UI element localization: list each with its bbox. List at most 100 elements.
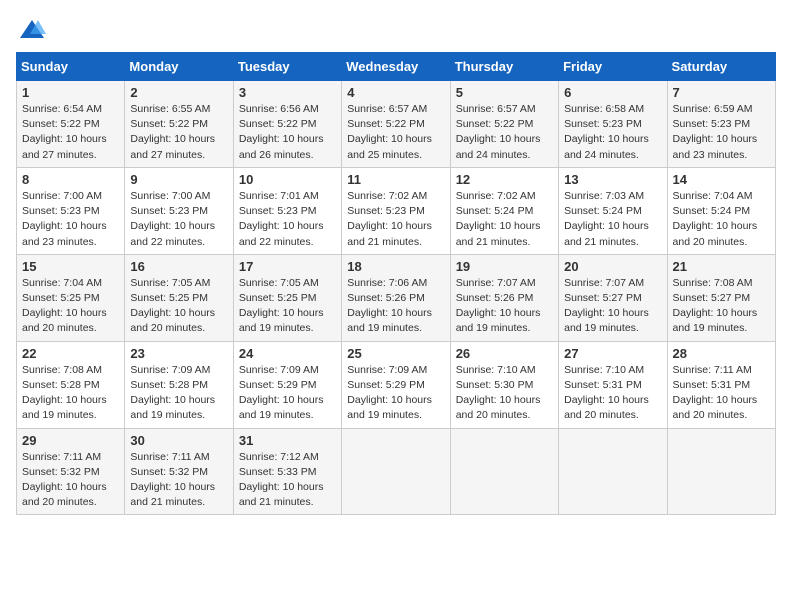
day-info: Sunrise: 7:10 AMSunset: 5:31 PMDaylight:…: [564, 363, 661, 424]
calendar-cell: 31Sunrise: 7:12 AMSunset: 5:33 PMDayligh…: [233, 428, 341, 515]
day-number: 2: [130, 85, 227, 100]
day-number: 24: [239, 346, 336, 361]
day-info: Sunrise: 7:04 AMSunset: 5:25 PMDaylight:…: [22, 276, 119, 337]
day-number: 16: [130, 259, 227, 274]
day-info: Sunrise: 7:07 AMSunset: 5:26 PMDaylight:…: [456, 276, 553, 337]
day-info: Sunrise: 7:08 AMSunset: 5:27 PMDaylight:…: [673, 276, 770, 337]
day-info: Sunrise: 7:10 AMSunset: 5:30 PMDaylight:…: [456, 363, 553, 424]
day-number: 29: [22, 433, 119, 448]
calendar-cell: 18 Sunrise: 7:06 AMSunset: 5:26 PMDayligh…: [342, 254, 450, 341]
day-info: Sunrise: 7:00 AMSunset: 5:23 PMDaylight:…: [130, 189, 227, 250]
day-number: 30: [130, 433, 227, 448]
day-info: Sunrise: 6:57 AMSunset: 5:22 PMDaylight:…: [347, 102, 444, 163]
day-number: 21: [673, 259, 770, 274]
day-number: 15: [22, 259, 119, 274]
day-info: Sunrise: 7:11 AMSunset: 5:31 PMDaylight:…: [673, 363, 770, 424]
day-number: 14: [673, 172, 770, 187]
page-header: [16, 16, 776, 44]
day-number: 22: [22, 346, 119, 361]
day-info: Sunrise: 7:05 AMSunset: 5:25 PMDaylight:…: [239, 276, 336, 337]
calendar-cell: 6 Sunrise: 6:58 AMSunset: 5:23 PMDaylight…: [559, 81, 667, 168]
day-info: Sunrise: 6:58 AMSunset: 5:23 PMDaylight:…: [564, 102, 661, 163]
calendar-cell: 24 Sunrise: 7:09 AMSunset: 5:29 PMDayligh…: [233, 341, 341, 428]
day-info: Sunrise: 7:01 AMSunset: 5:23 PMDaylight:…: [239, 189, 336, 250]
day-info: Sunrise: 7:06 AMSunset: 5:26 PMDaylight:…: [347, 276, 444, 337]
calendar-cell: 27 Sunrise: 7:10 AMSunset: 5:31 PMDayligh…: [559, 341, 667, 428]
calendar-cell: 19 Sunrise: 7:07 AMSunset: 5:26 PMDayligh…: [450, 254, 558, 341]
day-info: Sunrise: 7:02 AMSunset: 5:23 PMDaylight:…: [347, 189, 444, 250]
calendar-cell: 11 Sunrise: 7:02 AMSunset: 5:23 PMDayligh…: [342, 167, 450, 254]
day-info: Sunrise: 7:12 AMSunset: 5:33 PMDaylight:…: [239, 450, 336, 511]
calendar-cell: 10 Sunrise: 7:01 AMSunset: 5:23 PMDayligh…: [233, 167, 341, 254]
day-number: 26: [456, 346, 553, 361]
day-number: 17: [239, 259, 336, 274]
weekday-header-monday: Monday: [125, 53, 233, 81]
weekday-header-friday: Friday: [559, 53, 667, 81]
calendar-cell: 9 Sunrise: 7:00 AMSunset: 5:23 PMDaylight…: [125, 167, 233, 254]
day-number: 1: [22, 85, 119, 100]
day-info: Sunrise: 7:00 AMSunset: 5:23 PMDaylight:…: [22, 189, 119, 250]
calendar-cell: 1Sunrise: 6:54 AMSunset: 5:22 PMDaylight…: [17, 81, 125, 168]
day-number: 20: [564, 259, 661, 274]
day-info: Sunrise: 7:07 AMSunset: 5:27 PMDaylight:…: [564, 276, 661, 337]
calendar-cell: 30 Sunrise: 7:11 AMSunset: 5:32 PMDayligh…: [125, 428, 233, 515]
calendar-cell: 21 Sunrise: 7:08 AMSunset: 5:27 PMDayligh…: [667, 254, 775, 341]
calendar-cell: 25 Sunrise: 7:09 AMSunset: 5:29 PMDayligh…: [342, 341, 450, 428]
day-info: Sunrise: 7:09 AMSunset: 5:29 PMDaylight:…: [347, 363, 444, 424]
day-number: 7: [673, 85, 770, 100]
calendar-table: SundayMondayTuesdayWednesdayThursdayFrid…: [16, 52, 776, 515]
day-info: Sunrise: 7:08 AMSunset: 5:28 PMDaylight:…: [22, 363, 119, 424]
day-info: Sunrise: 7:05 AMSunset: 5:25 PMDaylight:…: [130, 276, 227, 337]
day-info: Sunrise: 7:02 AMSunset: 5:24 PMDaylight:…: [456, 189, 553, 250]
day-info: Sunrise: 7:09 AMSunset: 5:29 PMDaylight:…: [239, 363, 336, 424]
calendar-cell: 28 Sunrise: 7:11 AMSunset: 5:31 PMDayligh…: [667, 341, 775, 428]
calendar-cell: 3 Sunrise: 6:56 AMSunset: 5:22 PMDaylight…: [233, 81, 341, 168]
calendar-cell: [342, 428, 450, 515]
day-number: 11: [347, 172, 444, 187]
calendar-cell: 26 Sunrise: 7:10 AMSunset: 5:30 PMDayligh…: [450, 341, 558, 428]
weekday-header-thursday: Thursday: [450, 53, 558, 81]
weekday-header-saturday: Saturday: [667, 53, 775, 81]
day-info: Sunrise: 7:11 AMSunset: 5:32 PMDaylight:…: [22, 450, 119, 511]
calendar-cell: 14 Sunrise: 7:04 AMSunset: 5:24 PMDayligh…: [667, 167, 775, 254]
calendar-cell: 23 Sunrise: 7:09 AMSunset: 5:28 PMDayligh…: [125, 341, 233, 428]
day-info: Sunrise: 6:55 AMSunset: 5:22 PMDaylight:…: [130, 102, 227, 163]
logo-icon: [18, 16, 46, 44]
calendar-cell: 29 Sunrise: 7:11 AMSunset: 5:32 PMDayligh…: [17, 428, 125, 515]
day-info: Sunrise: 7:04 AMSunset: 5:24 PMDaylight:…: [673, 189, 770, 250]
calendar-cell: 17 Sunrise: 7:05 AMSunset: 5:25 PMDayligh…: [233, 254, 341, 341]
logo: [16, 16, 46, 44]
calendar-cell: [667, 428, 775, 515]
day-info: Sunrise: 6:59 AMSunset: 5:23 PMDaylight:…: [673, 102, 770, 163]
day-info: Sunrise: 7:11 AMSunset: 5:32 PMDaylight:…: [130, 450, 227, 511]
calendar-cell: 7 Sunrise: 6:59 AMSunset: 5:23 PMDaylight…: [667, 81, 775, 168]
weekday-header-wednesday: Wednesday: [342, 53, 450, 81]
day-number: 27: [564, 346, 661, 361]
weekday-header-tuesday: Tuesday: [233, 53, 341, 81]
day-number: 4: [347, 85, 444, 100]
day-number: 25: [347, 346, 444, 361]
day-number: 28: [673, 346, 770, 361]
day-number: 19: [456, 259, 553, 274]
day-number: 10: [239, 172, 336, 187]
day-number: 6: [564, 85, 661, 100]
calendar-cell: 15 Sunrise: 7:04 AMSunset: 5:25 PMDayligh…: [17, 254, 125, 341]
calendar-cell: 2 Sunrise: 6:55 AMSunset: 5:22 PMDaylight…: [125, 81, 233, 168]
calendar-cell: 22 Sunrise: 7:08 AMSunset: 5:28 PMDayligh…: [17, 341, 125, 428]
calendar-cell: 4 Sunrise: 6:57 AMSunset: 5:22 PMDaylight…: [342, 81, 450, 168]
day-number: 12: [456, 172, 553, 187]
day-number: 9: [130, 172, 227, 187]
day-info: Sunrise: 7:09 AMSunset: 5:28 PMDaylight:…: [130, 363, 227, 424]
day-info: Sunrise: 6:57 AMSunset: 5:22 PMDaylight:…: [456, 102, 553, 163]
day-number: 5: [456, 85, 553, 100]
calendar-cell: 8 Sunrise: 7:00 AMSunset: 5:23 PMDaylight…: [17, 167, 125, 254]
day-info: Sunrise: 7:03 AMSunset: 5:24 PMDaylight:…: [564, 189, 661, 250]
day-number: 8: [22, 172, 119, 187]
calendar-cell: 12 Sunrise: 7:02 AMSunset: 5:24 PMDayligh…: [450, 167, 558, 254]
day-number: 18: [347, 259, 444, 274]
calendar-cell: 13Sunrise: 7:03 AMSunset: 5:24 PMDayligh…: [559, 167, 667, 254]
day-number: 23: [130, 346, 227, 361]
calendar-cell: 20 Sunrise: 7:07 AMSunset: 5:27 PMDayligh…: [559, 254, 667, 341]
day-number: 3: [239, 85, 336, 100]
day-info: Sunrise: 6:56 AMSunset: 5:22 PMDaylight:…: [239, 102, 336, 163]
